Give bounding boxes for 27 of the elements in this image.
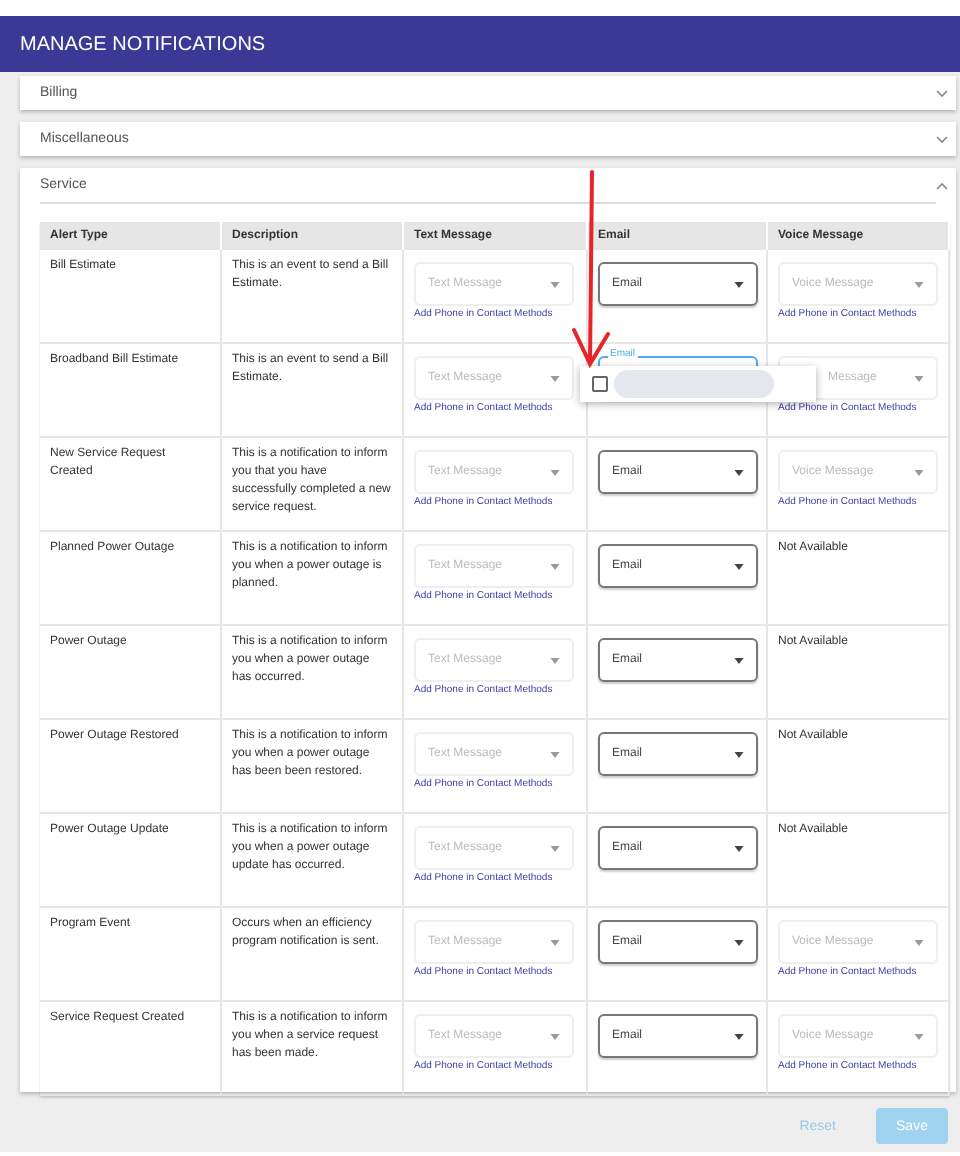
caret-icon (550, 281, 560, 287)
caret-icon (550, 845, 560, 851)
caret-icon (914, 469, 924, 475)
caret-icon (550, 939, 560, 945)
caret-icon (550, 375, 560, 381)
chevron-up-icon (936, 181, 948, 189)
chevron-down-icon (936, 89, 948, 97)
caret-icon (734, 281, 744, 287)
caret-icon (550, 751, 560, 757)
checkbox[interactable] (592, 376, 608, 392)
caret-icon (734, 469, 744, 475)
caret-icon (734, 1033, 744, 1039)
caret-icon (734, 939, 744, 945)
page-title: MANAGE NOTIFICATIONS (20, 33, 266, 55)
caret-icon (914, 281, 924, 287)
chevron-down-icon (936, 135, 948, 143)
caret-icon (734, 657, 744, 663)
caret-icon (550, 469, 560, 475)
caret-icon (550, 1033, 560, 1039)
caret-icon (734, 563, 744, 569)
caret-icon (734, 751, 744, 757)
caret-icon (914, 939, 924, 945)
caret-icon (914, 375, 924, 381)
caret-icon (550, 657, 560, 663)
caret-icon (914, 1033, 924, 1039)
caret-icon (734, 845, 744, 851)
caret-icon (550, 563, 560, 569)
